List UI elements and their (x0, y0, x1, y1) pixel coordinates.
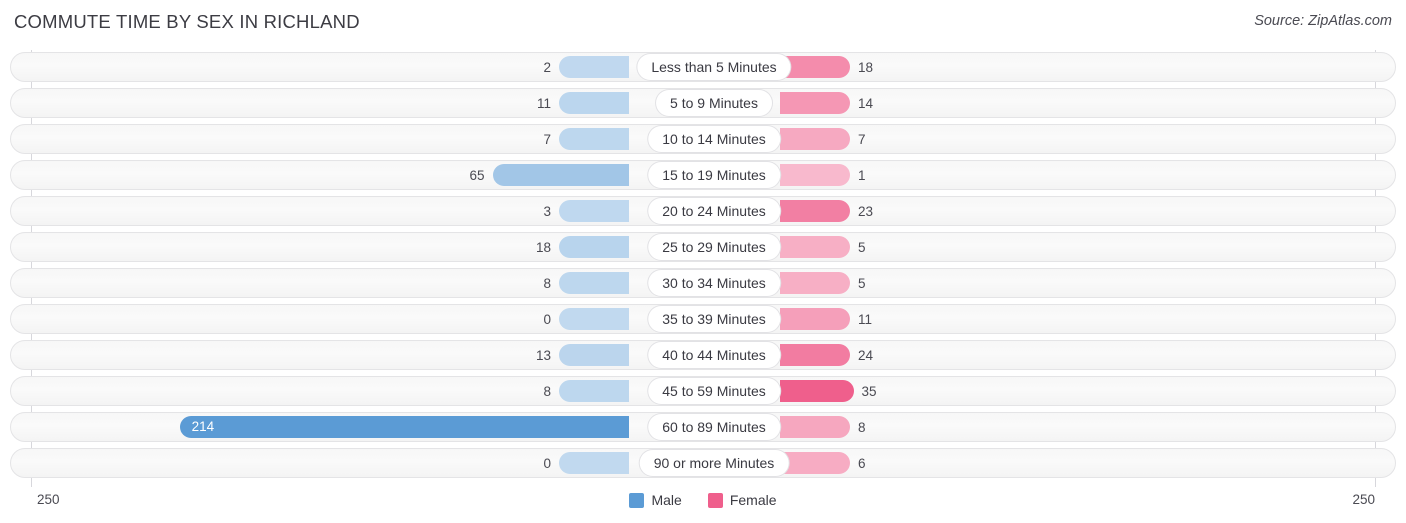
category-label-pill[interactable]: 25 to 29 Minutes (648, 234, 780, 260)
bar-value-male: 214 (191, 419, 215, 434)
table-row[interactable]: 214 8 60 to 89 Minutes (10, 412, 1396, 442)
bar-value-male: 13 (535, 348, 551, 363)
legend-label-male: Male (651, 492, 682, 508)
bar-female[interactable] (780, 308, 850, 330)
bar-male[interactable] (492, 164, 629, 186)
category-label-pill[interactable]: 60 to 89 Minutes (648, 414, 780, 440)
legend-label-female: Female (729, 492, 777, 508)
bar-female[interactable] (780, 344, 850, 366)
table-row[interactable]: 7 7 10 to 14 Minutes (10, 124, 1396, 154)
category-label-pill[interactable]: 35 to 39 Minutes (648, 306, 780, 332)
table-row[interactable]: 0 11 35 to 39 Minutes (10, 304, 1396, 334)
table-row[interactable]: 8 5 30 to 34 Minutes (10, 268, 1396, 298)
bar-male[interactable] (559, 272, 629, 294)
page-title: COMMUTE TIME BY SEX IN RICHLAND (14, 11, 360, 32)
category-label-pill[interactable]: 15 to 19 Minutes (648, 162, 780, 188)
table-row[interactable]: 3 23 20 to 24 Minutes (10, 196, 1396, 226)
chart-header: COMMUTE TIME BY SEX IN RICHLAND Source: … (0, 0, 1406, 46)
bar-female[interactable] (780, 452, 850, 474)
bar-value-male: 8 (543, 276, 551, 291)
table-row[interactable]: 13 24 40 to 44 Minutes (10, 340, 1396, 370)
bar-male[interactable] (559, 56, 629, 78)
legend-swatch-female-icon (707, 492, 723, 508)
category-label-pill[interactable]: 40 to 44 Minutes (648, 342, 780, 368)
category-label-pill[interactable]: 30 to 34 Minutes (648, 270, 780, 296)
bar-value-female: 5 (858, 240, 866, 255)
bar-male[interactable] (559, 200, 629, 222)
bar-value-male: 65 (469, 168, 485, 183)
source-attribution: Source: ZipAtlas.com (1254, 13, 1392, 29)
legend-item-male[interactable]: Male (629, 492, 682, 508)
bar-value-female: 1 (858, 168, 866, 183)
category-label-pill[interactable]: Less than 5 Minutes (637, 54, 791, 80)
table-row[interactable]: 8 35 45 to 59 Minutes (10, 376, 1396, 406)
bar-value-male: 7 (543, 132, 551, 147)
bar-value-female: 23 (858, 204, 874, 219)
bar-male[interactable] (559, 344, 629, 366)
bar-value-male: 8 (543, 384, 551, 399)
bar-female[interactable] (780, 56, 850, 78)
bar-male[interactable] (559, 236, 629, 258)
bar-value-female: 5 (858, 276, 866, 291)
bar-value-female: 11 (858, 312, 873, 327)
legend-swatch-male-icon (629, 492, 645, 508)
bar-female[interactable] (780, 92, 850, 114)
bar-male[interactable] (179, 416, 629, 438)
category-label-pill[interactable]: 5 to 9 Minutes (656, 90, 772, 116)
bar-value-male: 3 (543, 204, 551, 219)
bar-value-male: 0 (543, 312, 551, 327)
category-label-pill[interactable]: 45 to 59 Minutes (648, 378, 780, 404)
bar-value-female: 18 (858, 60, 874, 75)
bar-female[interactable] (780, 128, 850, 150)
bar-female[interactable] (780, 416, 850, 438)
bar-value-male: 18 (535, 240, 551, 255)
bar-male[interactable] (559, 308, 629, 330)
bar-value-male: 11 (536, 96, 551, 111)
bar-female[interactable] (780, 236, 850, 258)
bar-value-male: 2 (543, 60, 551, 75)
bar-female[interactable] (780, 164, 850, 186)
bar-male[interactable] (559, 92, 629, 114)
chart-footer: 250 250 Male Female (0, 487, 1406, 523)
table-row[interactable]: 0 6 90 or more Minutes (10, 448, 1396, 478)
chart-legend: Male Female (0, 492, 1406, 508)
category-label-pill[interactable]: 20 to 24 Minutes (648, 198, 780, 224)
bar-female[interactable] (780, 380, 854, 402)
category-label-pill[interactable]: 90 or more Minutes (639, 450, 789, 476)
bar-value-female: 14 (858, 96, 874, 111)
bar-value-male: 0 (543, 456, 551, 471)
bar-male[interactable] (559, 380, 629, 402)
bar-value-female: 24 (858, 348, 874, 363)
legend-item-female[interactable]: Female (707, 492, 777, 508)
table-row[interactable]: 11 14 5 to 9 Minutes (10, 88, 1396, 118)
table-row[interactable]: 18 5 25 to 29 Minutes (10, 232, 1396, 262)
table-row[interactable]: 65 1 15 to 19 Minutes (10, 160, 1396, 190)
bar-value-female: 35 (861, 384, 877, 399)
bar-male[interactable] (559, 452, 629, 474)
category-label-pill[interactable]: 10 to 14 Minutes (648, 126, 780, 152)
bar-value-female: 8 (858, 420, 866, 435)
bar-value-female: 7 (858, 132, 866, 147)
chart-page: COMMUTE TIME BY SEX IN RICHLAND Source: … (0, 0, 1406, 523)
bar-value-female: 6 (858, 456, 866, 471)
bar-female[interactable] (780, 272, 850, 294)
bar-female[interactable] (780, 200, 850, 222)
chart-plot-area: 2 18 Less than 5 Minutes 11 14 5 to 9 Minutes… (0, 50, 1406, 487)
table-row[interactable]: 2 18 Less than 5 Minutes (10, 52, 1396, 82)
bar-male[interactable] (559, 128, 629, 150)
